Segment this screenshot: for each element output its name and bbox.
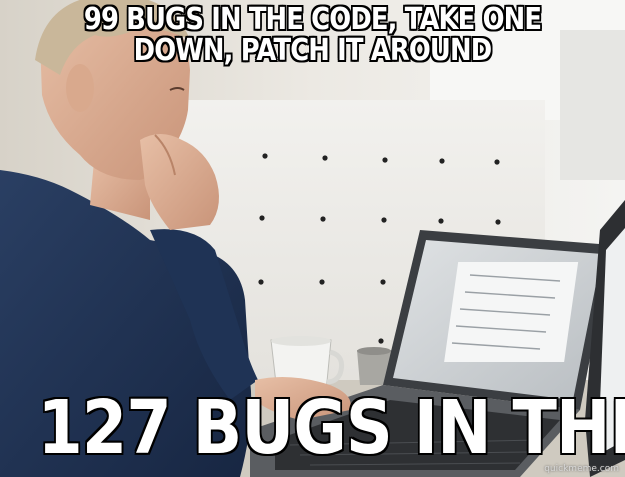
watermark-text: quickmeme.com (544, 464, 619, 474)
meme-bottom-caption: 127 BUGS IN THE CODE (37, 385, 625, 471)
meme-top-caption: 99 BUGS IN THE CODE, TAKE ONE DOWN, PATC… (83, 2, 543, 68)
meme-canvas: 99 BUGS IN THE CODE, TAKE ONE DOWN, PATC… (0, 0, 625, 477)
